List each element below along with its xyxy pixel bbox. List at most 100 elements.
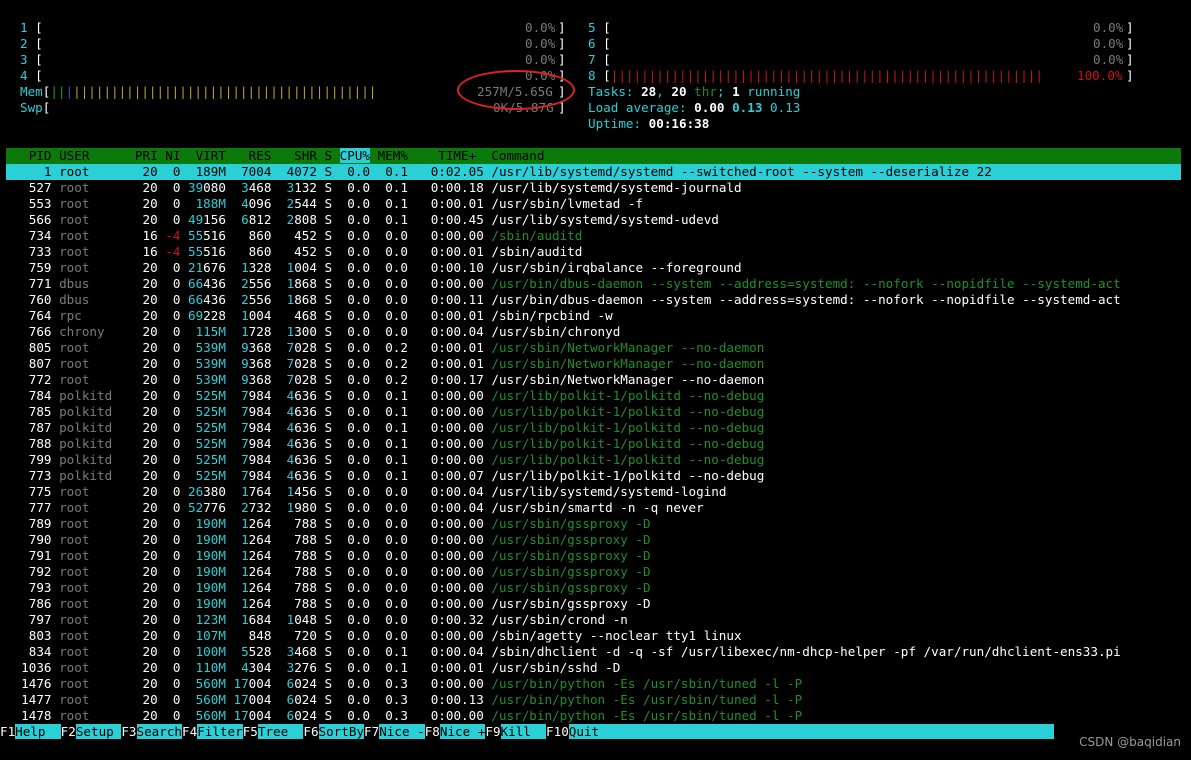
- process-row[interactable]: 734 root 16 -4 55516 860 452 S 0.0 0.0 0…: [6, 228, 1181, 244]
- process-user: dbus: [59, 292, 128, 307]
- shr-high: 3: [279, 180, 295, 195]
- shr-low: 868: [294, 276, 325, 291]
- fkey-action-search[interactable]: Search: [136, 724, 183, 739]
- process-row[interactable]: 771 dbus 20 0 66436 2556 1868 S 0.0 0.0 …: [6, 276, 1181, 292]
- header-col-pri[interactable]: PRI: [127, 148, 165, 163]
- process-ni: -4: [165, 244, 188, 259]
- header-col-shr[interactable]: SHR: [279, 148, 325, 163]
- fkey-f6[interactable]: F6: [303, 724, 318, 739]
- process-table-header[interactable]: PID USER PRI NI VIRT RES SHR S CPU% MEM%…: [6, 148, 1181, 164]
- fkey-f10[interactable]: F10: [546, 724, 569, 739]
- header-col-mem[interactable]: MEM%: [370, 148, 416, 163]
- header-col-ni[interactable]: NI: [165, 148, 188, 163]
- process-pid: 773: [6, 468, 60, 483]
- fkey-f2[interactable]: F2: [61, 724, 76, 739]
- fkey-action-kill[interactable]: Kill: [500, 724, 547, 739]
- process-row[interactable]: 786 root 20 0 190M 1264 788 S 0.0 0.0 0:…: [6, 596, 1181, 612]
- res-low: 004: [248, 676, 280, 691]
- process-row[interactable]: 733 root 16 -4 55516 860 452 S 0.0 0.0 0…: [6, 244, 1181, 260]
- fkey-action-tree[interactable]: Tree: [257, 724, 304, 739]
- process-row[interactable]: 805 root 20 0 539M 9368 7028 S 0.0 0.2 0…: [6, 340, 1181, 356]
- process-row[interactable]: 793 root 20 0 190M 1264 788 S 0.0 0.0 0:…: [6, 580, 1181, 596]
- process-row[interactable]: 772 root 20 0 539M 9368 7028 S 0.0 0.2 0…: [6, 372, 1181, 388]
- fkey-action-nice[interactable]: Nice +: [439, 724, 486, 739]
- cpu-percent: 100.0%: [1077, 68, 1123, 83]
- shr-low: 808: [294, 212, 325, 227]
- header-col-virt[interactable]: VIRT: [188, 148, 234, 163]
- fkey-action-sortby[interactable]: SortBy: [318, 724, 365, 739]
- shr-high: 1: [279, 260, 295, 275]
- header-col-command[interactable]: Command: [491, 148, 544, 163]
- process-row[interactable]: 834 root 20 0 100M 5528 3468 S 0.0 0.1 0…: [6, 644, 1181, 660]
- process-row[interactable]: 527 root 20 0 39080 3468 3132 S 0.0 0.1 …: [6, 180, 1181, 196]
- process-row[interactable]: 1478 root 20 0 560M 17004 6024 S 0.0 0.3…: [6, 708, 1181, 724]
- fkey-f9[interactable]: F9: [485, 724, 500, 739]
- process-mem: 0.0: [377, 548, 416, 563]
- process-command: /usr/lib/polkit-1/polkitd --no-debug: [491, 420, 765, 435]
- process-row[interactable]: 777 root 20 0 52776 2732 1980 S 0.0 0.0 …: [6, 500, 1181, 516]
- virt-high: 52: [188, 500, 204, 515]
- shr-low: 024: [294, 692, 325, 707]
- process-time: 0:00.00: [415, 580, 492, 595]
- process-row[interactable]: 799 polkitd 20 0 525M 7984 4636 S 0.0 0.…: [6, 452, 1181, 468]
- process-row[interactable]: 773 polkitd 20 0 525M 7984 4636 S 0.0 0.…: [6, 468, 1181, 484]
- process-row[interactable]: 791 root 20 0 190M 1264 788 S 0.0 0.0 0:…: [6, 548, 1181, 564]
- process-row[interactable]: 1477 root 20 0 560M 17004 6024 S 0.0 0.3…: [6, 692, 1181, 708]
- fkey-f5[interactable]: F5: [243, 724, 258, 739]
- fkey-f1[interactable]: F1: [0, 724, 15, 739]
- process-row[interactable]: 785 polkitd 20 0 525M 7984 4636 S 0.0 0.…: [6, 404, 1181, 420]
- fkey-action-setup[interactable]: Setup: [75, 724, 122, 739]
- cpu-meter-5: 5 [0.0%]: [588, 20, 1134, 36]
- process-mem: 0.1: [377, 452, 416, 467]
- memory-annotation-circle: [457, 70, 575, 110]
- fkey-action-nice[interactable]: Nice -: [379, 724, 425, 739]
- fkey-action-help[interactable]: Help: [15, 724, 61, 739]
- fkey-f7[interactable]: F7: [364, 724, 379, 739]
- cpu-label: 3: [20, 52, 28, 67]
- memory-bar-cache: ||||||||||||||||||||||||||||||||||||||||: [73, 84, 377, 99]
- process-row[interactable]: 790 root 20 0 190M 1264 788 S 0.0 0.0 0:…: [6, 532, 1181, 548]
- process-row[interactable]: 764 rpc 20 0 69228 1004 468 S 0.0 0.0 0:…: [6, 308, 1181, 324]
- load-5min: 0.13: [732, 100, 763, 115]
- process-mem: 0.2: [377, 372, 416, 387]
- process-time: 0:02.05: [415, 164, 492, 179]
- header-col-cpu[interactable]: CPU%: [339, 148, 371, 163]
- header-col-time[interactable]: TIME+: [416, 148, 492, 163]
- process-ni: 0: [165, 420, 188, 435]
- shr-low: 048: [294, 612, 325, 627]
- process-row[interactable]: 775 root 20 0 26380 1764 1456 S 0.0 0.0 …: [6, 484, 1181, 500]
- fkey-action-quit[interactable]: Quit: [568, 724, 600, 739]
- fkey-f8[interactable]: F8: [425, 724, 440, 739]
- process-pri: 20: [127, 356, 166, 371]
- process-row[interactable]: 553 root 20 0 188M 4096 2544 S 0.0 0.1 0…: [6, 196, 1181, 212]
- process-row[interactable]: 1 root 20 0 189M 7004 4072 S 0.0 0.1 0:0…: [6, 164, 1181, 180]
- header-col-state[interactable]: S: [325, 148, 340, 163]
- process-state: S: [324, 212, 340, 227]
- process-shr: 788: [279, 516, 325, 531]
- process-row[interactable]: 759 root 20 0 21676 1328 1004 S 0.0 0.0 …: [6, 260, 1181, 276]
- fkey-f4[interactable]: F4: [182, 724, 197, 739]
- header-col-pid[interactable]: PID: [6, 148, 59, 163]
- process-row[interactable]: 760 dbus 20 0 66436 2556 1868 S 0.0 0.0 …: [6, 292, 1181, 308]
- process-cpu: 0.0: [339, 180, 378, 195]
- process-row[interactable]: 784 polkitd 20 0 525M 7984 4636 S 0.0 0.…: [6, 388, 1181, 404]
- virt-low: 080: [203, 180, 234, 195]
- process-row[interactable]: 797 root 20 0 123M 1684 1048 S 0.0 0.0 0…: [6, 612, 1181, 628]
- process-row[interactable]: 788 polkitd 20 0 525M 7984 4636 S 0.0 0.…: [6, 436, 1181, 452]
- process-row[interactable]: 803 root 20 0 107M 848 720 S 0.0 0.0 0:0…: [6, 628, 1181, 644]
- process-row[interactable]: 787 polkitd 20 0 525M 7984 4636 S 0.0 0.…: [6, 420, 1181, 436]
- process-virt: 55516: [188, 228, 234, 243]
- fkey-action-filter[interactable]: Filter: [197, 724, 243, 739]
- process-row[interactable]: 1036 root 20 0 110M 4304 3276 S 0.0 0.1 …: [6, 660, 1181, 676]
- process-row[interactable]: 792 root 20 0 190M 1264 788 S 0.0 0.0 0:…: [6, 564, 1181, 580]
- process-command: /usr/lib/polkit-1/polkitd --no-debug: [491, 436, 765, 451]
- header-col-res[interactable]: RES: [234, 148, 280, 163]
- process-row[interactable]: 1476 root 20 0 560M 17004 6024 S 0.0 0.3…: [6, 676, 1181, 692]
- process-row[interactable]: 766 chrony 20 0 115M 1728 1300 S 0.0 0.0…: [6, 324, 1181, 340]
- process-row[interactable]: 566 root 20 0 49156 6812 2808 S 0.0 0.1 …: [6, 212, 1181, 228]
- process-row[interactable]: 789 root 20 0 190M 1264 788 S 0.0 0.0 0:…: [6, 516, 1181, 532]
- shr-low: 468: [294, 644, 325, 659]
- header-col-user[interactable]: USER: [59, 148, 127, 163]
- fkey-f3[interactable]: F3: [121, 724, 136, 739]
- process-row[interactable]: 807 root 20 0 539M 9368 7028 S 0.0 0.2 0…: [6, 356, 1181, 372]
